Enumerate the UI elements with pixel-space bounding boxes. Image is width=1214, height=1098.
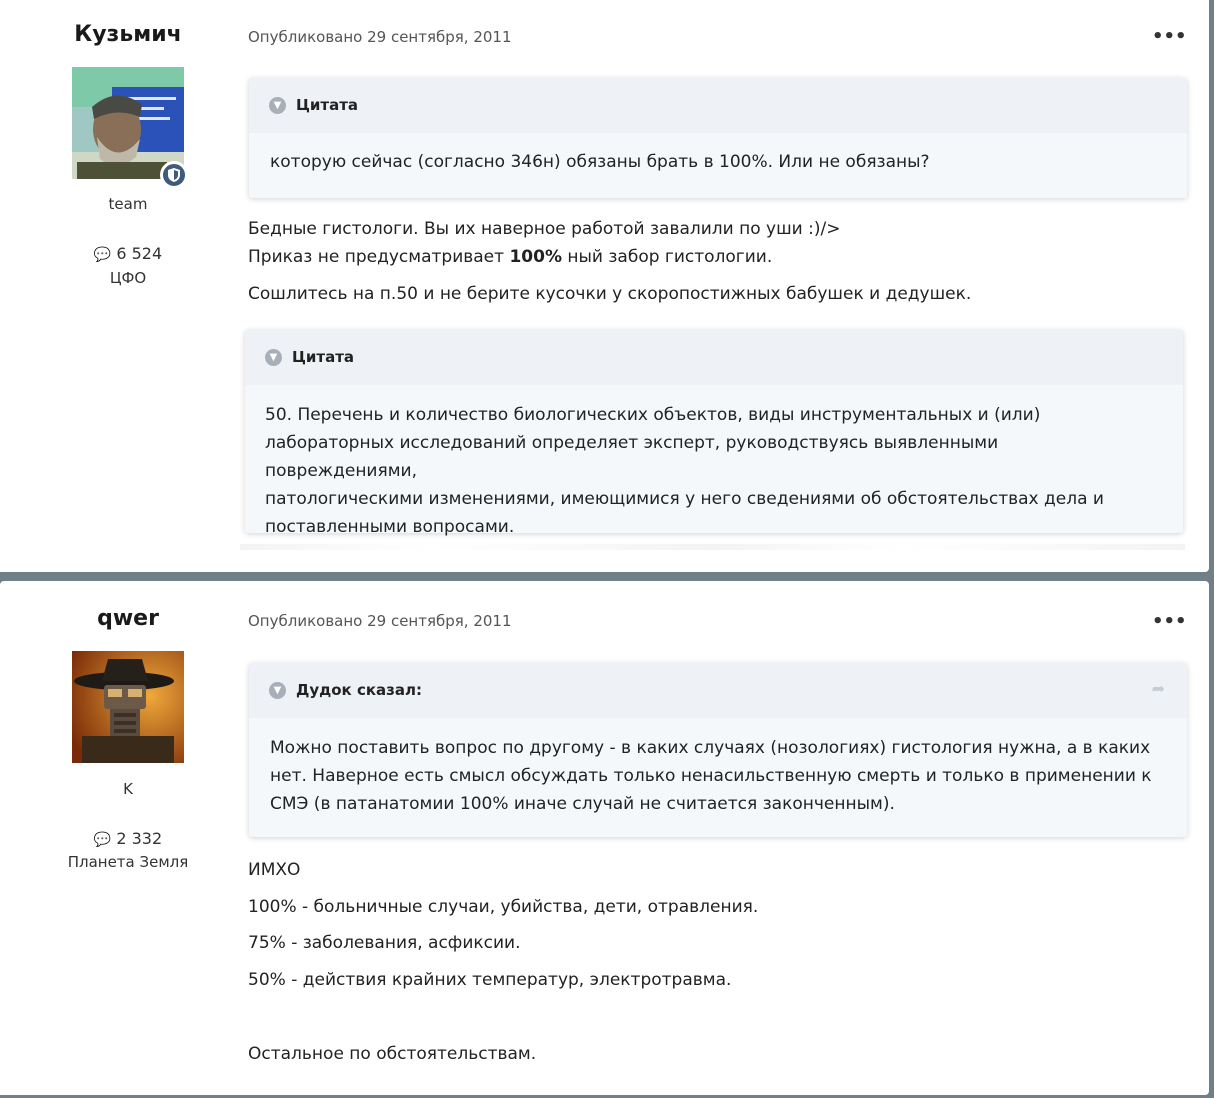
post-text-line: ИМХО — [248, 860, 301, 880]
more-options-icon[interactable]: ••• — [1152, 26, 1187, 47]
quote-header[interactable]: ▼ Цитата — [249, 78, 1187, 133]
avatar[interactable] — [72, 651, 184, 763]
shield-icon — [168, 168, 180, 182]
moderator-badge — [160, 161, 188, 189]
post-date[interactable]: Опубликовано 29 сентября, 2011 — [248, 612, 512, 630]
chevron-down-icon[interactable]: ▼ — [265, 349, 282, 366]
comment-icon: 💬 — [93, 832, 112, 848]
share-icon[interactable]: ➦ — [1152, 679, 1165, 698]
quote-block: ▼ Цитата которую сейчас (согласно 346н) … — [249, 78, 1187, 198]
post-text-line: 75% - заболевания, асфиксии. — [248, 933, 521, 953]
post-date[interactable]: Опубликовано 29 сентября, 2011 — [248, 28, 512, 46]
quote-block: ▼ Дудок сказал: ➦ Можно поставить вопрос… — [249, 663, 1187, 837]
quote-header[interactable]: ▼ Цитата — [245, 330, 1183, 385]
post-text-line: Сошлитесь на п.50 и не берите кусочки у … — [248, 284, 972, 304]
quote-text: Можно поставить вопрос по другому - в ка… — [270, 738, 1152, 814]
quote-text: которую сейчас (согласно 346н) обязаны б… — [270, 152, 930, 172]
post-text-line: 50% - действия крайних температур, элект… — [248, 970, 732, 990]
user-group: K — [123, 780, 133, 798]
posts-count: 💬 2 332 — [93, 829, 163, 848]
user-location: Планета Земля — [67, 853, 189, 871]
post-text-line: Остальное по обстоятельствам. — [248, 1044, 537, 1064]
user-location: ЦФО — [109, 269, 147, 287]
author-name[interactable]: qwer — [0, 606, 256, 631]
post-qwer: qwer K 💬 2 332 Планета Земля Опубликован… — [0, 581, 1209, 1095]
post-kuzmich: Кузьмич team 💬 6 524 ЦФО Опубликовано 29… — [0, 0, 1209, 572]
user-group: team — [108, 195, 148, 213]
post-text-line: 100% - больничные случаи, убийства, дети… — [248, 897, 759, 917]
post-text-line: Приказ не предусматривает 100% ный забор… — [248, 247, 773, 267]
chevron-down-icon[interactable]: ▼ — [269, 97, 286, 114]
quote-text: 50. Перечень и количество биологических … — [265, 405, 1104, 537]
chevron-down-icon[interactable]: ▼ — [269, 682, 286, 699]
more-options-icon[interactable]: ••• — [1152, 611, 1187, 632]
quote-header[interactable]: ▼ Дудок сказал: ➦ — [249, 663, 1187, 718]
avatar-image[interactable] — [72, 651, 184, 763]
quote-block: ▼ Цитата 50. Перечень и количество биоло… — [245, 330, 1183, 537]
posts-count: 💬 6 524 — [93, 244, 163, 263]
post-text-line: Бедные гистологи. Вы их наверное работой… — [248, 219, 841, 239]
comment-icon: 💬 — [93, 247, 112, 263]
divider — [240, 544, 1185, 550]
author-name[interactable]: Кузьмич — [0, 22, 256, 47]
